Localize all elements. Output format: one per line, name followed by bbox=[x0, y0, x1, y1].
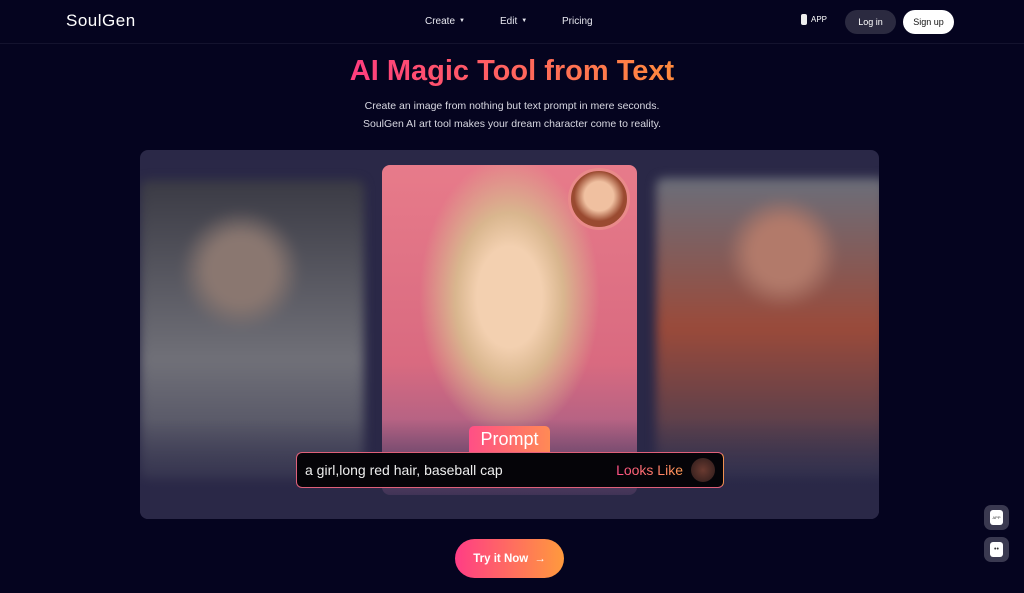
nav-create[interactable]: Create ▼ bbox=[425, 16, 465, 27]
looks-like-label: Looks Like bbox=[616, 462, 683, 478]
chevron-down-icon: ▼ bbox=[521, 18, 528, 24]
chevron-down-icon: ▼ bbox=[459, 18, 465, 24]
subtitle-line-1: Create an image from nothing but text pr… bbox=[364, 100, 660, 112]
signup-button[interactable]: Sign up bbox=[903, 10, 954, 34]
prompt-text: a girl,long red hair, baseball cap bbox=[305, 462, 503, 478]
phone-icon bbox=[801, 14, 807, 25]
try-it-now-button[interactable]: Try it Now → bbox=[455, 539, 564, 578]
prompt-box: a girl,long red hair, baseball cap Looks… bbox=[296, 452, 724, 488]
page-title-text: AI Magic Tool from Text bbox=[349, 55, 675, 87]
discord-icon: •• bbox=[990, 542, 1003, 557]
logo[interactable]: SoulGen bbox=[66, 11, 136, 31]
app-icon: APP bbox=[990, 510, 1003, 525]
try-label: Try it Now bbox=[473, 552, 529, 565]
nav-edit[interactable]: Edit ▼ bbox=[500, 16, 527, 27]
login-button[interactable]: Log in bbox=[845, 10, 896, 34]
app-label: APP bbox=[811, 15, 828, 24]
looks-like-avatar bbox=[691, 458, 715, 482]
app-link[interactable]: APP bbox=[801, 14, 827, 25]
nav-edit-label: Edit bbox=[500, 16, 518, 27]
floating-discord-button[interactable]: •• bbox=[984, 537, 1009, 562]
arrow-right-icon: → bbox=[534, 552, 546, 565]
subtitle-line-2: SoulGen AI art tool makes your dream cha… bbox=[362, 118, 662, 130]
floating-app-button[interactable]: APP bbox=[984, 505, 1009, 530]
nav-pricing[interactable]: Pricing bbox=[562, 16, 593, 27]
nav-create-label: Create bbox=[425, 16, 456, 27]
top-nav: SoulGen Create ▼ Edit ▼ Pricing APP Log in… bbox=[0, 0, 1024, 44]
reference-face-thumbnail bbox=[568, 168, 630, 230]
page-title: AI Magic Tool from Text bbox=[0, 55, 1024, 88]
prompt-tag: Prompt bbox=[469, 426, 550, 453]
